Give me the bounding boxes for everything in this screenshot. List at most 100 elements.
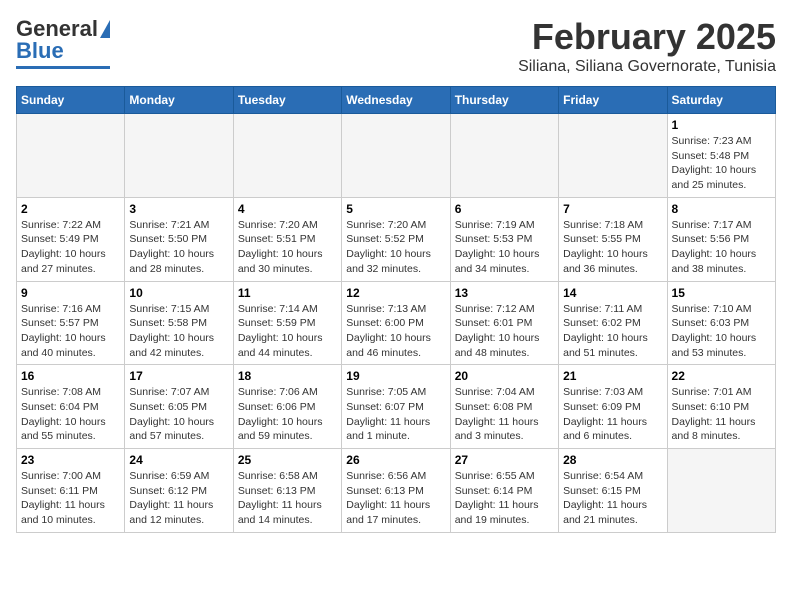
day-number: 24	[129, 453, 228, 467]
logo-blue-text: Blue	[16, 38, 64, 64]
day-number: 6	[455, 202, 554, 216]
calendar-cell	[559, 114, 667, 198]
day-info: Sunrise: 7:14 AMSunset: 5:59 PMDaylight:…	[238, 302, 337, 361]
day-info: Sunrise: 7:15 AMSunset: 5:58 PMDaylight:…	[129, 302, 228, 361]
day-number: 21	[563, 369, 662, 383]
calendar-cell: 3Sunrise: 7:21 AMSunset: 5:50 PMDaylight…	[125, 197, 233, 281]
day-number: 19	[346, 369, 445, 383]
day-info: Sunrise: 7:17 AMSunset: 5:56 PMDaylight:…	[672, 218, 771, 277]
calendar-cell: 17 Sunrise: 7:07 AMSunset: 6:05 PMDayligh…	[125, 365, 233, 449]
calendar-cell: 19 Sunrise: 7:05 AMSunset: 6:07 PMDayligh…	[342, 365, 450, 449]
logo: General Blue	[16, 16, 110, 69]
calendar-cell: 22Sunrise: 7:01 AMSunset: 6:10 PMDayligh…	[667, 365, 775, 449]
calendar-cell	[667, 449, 775, 533]
day-number: 18	[238, 369, 337, 383]
calendar-cell: 14 Sunrise: 7:11 AMSunset: 6:02 PMDayligh…	[559, 281, 667, 365]
week-row-5: 23Sunrise: 7:00 AMSunset: 6:11 PMDayligh…	[17, 449, 776, 533]
logo-triangle-icon	[100, 20, 110, 38]
calendar-cell: 26 Sunrise: 6:56 AMSunset: 6:13 PMDayligh…	[342, 449, 450, 533]
calendar-cell: 15Sunrise: 7:10 AMSunset: 6:03 PMDayligh…	[667, 281, 775, 365]
day-info: Sunrise: 7:03 AMSunset: 6:09 PMDaylight:…	[563, 385, 662, 444]
day-info: Sunrise: 6:54 AMSunset: 6:15 PMDaylight:…	[563, 469, 662, 528]
calendar-cell: 24 Sunrise: 6:59 AMSunset: 6:12 PMDayligh…	[125, 449, 233, 533]
day-header-wednesday: Wednesday	[342, 87, 450, 114]
day-number: 16	[21, 369, 120, 383]
location-title: Siliana, Siliana Governorate, Tunisia	[518, 58, 776, 76]
day-header-sunday: Sunday	[17, 87, 125, 114]
month-title: February 2025	[518, 16, 776, 58]
calendar-cell: 21 Sunrise: 7:03 AMSunset: 6:09 PMDayligh…	[559, 365, 667, 449]
day-number: 15	[672, 286, 771, 300]
day-header-thursday: Thursday	[450, 87, 558, 114]
day-info: Sunrise: 6:55 AMSunset: 6:14 PMDaylight:…	[455, 469, 554, 528]
week-row-2: 2 Sunrise: 7:22 AMSunset: 5:49 PMDaylight…	[17, 197, 776, 281]
day-number: 22	[672, 369, 771, 383]
week-row-1: 1Sunrise: 7:23 AMSunset: 5:48 PMDaylight…	[17, 114, 776, 198]
day-number: 12	[346, 286, 445, 300]
calendar-cell: 16Sunrise: 7:08 AMSunset: 6:04 PMDayligh…	[17, 365, 125, 449]
day-header-monday: Monday	[125, 87, 233, 114]
day-number: 4	[238, 202, 337, 216]
day-info: Sunrise: 7:04 AMSunset: 6:08 PMDaylight:…	[455, 385, 554, 444]
day-number: 14	[563, 286, 662, 300]
day-info: Sunrise: 7:16 AMSunset: 5:57 PMDaylight:…	[21, 302, 120, 361]
day-header-tuesday: Tuesday	[233, 87, 341, 114]
calendar-cell	[450, 114, 558, 198]
day-info: Sunrise: 6:59 AMSunset: 6:12 PMDaylight:…	[129, 469, 228, 528]
calendar-cell: 8 Sunrise: 7:17 AMSunset: 5:56 PMDaylight…	[667, 197, 775, 281]
day-info: Sunrise: 7:12 AMSunset: 6:01 PMDaylight:…	[455, 302, 554, 361]
week-row-4: 16Sunrise: 7:08 AMSunset: 6:04 PMDayligh…	[17, 365, 776, 449]
day-info: Sunrise: 7:22 AMSunset: 5:49 PMDaylight:…	[21, 218, 120, 277]
day-info: Sunrise: 7:19 AMSunset: 5:53 PMDaylight:…	[455, 218, 554, 277]
calendar-cell: 23Sunrise: 7:00 AMSunset: 6:11 PMDayligh…	[17, 449, 125, 533]
calendar-cell	[17, 114, 125, 198]
day-number: 9	[21, 286, 120, 300]
calendar-cell: 1Sunrise: 7:23 AMSunset: 5:48 PMDaylight…	[667, 114, 775, 198]
logo-line	[16, 66, 110, 69]
calendar-cell: 28 Sunrise: 6:54 AMSunset: 6:15 PMDayligh…	[559, 449, 667, 533]
day-header-saturday: Saturday	[667, 87, 775, 114]
day-number: 26	[346, 453, 445, 467]
day-number: 25	[238, 453, 337, 467]
day-info: Sunrise: 7:13 AMSunset: 6:00 PMDaylight:…	[346, 302, 445, 361]
day-number: 11	[238, 286, 337, 300]
day-number: 17	[129, 369, 228, 383]
calendar-cell: 12 Sunrise: 7:13 AMSunset: 6:00 PMDayligh…	[342, 281, 450, 365]
day-number: 3	[129, 202, 228, 216]
calendar-cell: 25 Sunrise: 6:58 AMSunset: 6:13 PMDayligh…	[233, 449, 341, 533]
day-number: 2	[21, 202, 120, 216]
calendar-cell: 4Sunrise: 7:20 AMSunset: 5:51 PMDaylight…	[233, 197, 341, 281]
day-number: 28	[563, 453, 662, 467]
day-header-friday: Friday	[559, 87, 667, 114]
calendar-header-row: SundayMondayTuesdayWednesdayThursdayFrid…	[17, 87, 776, 114]
calendar-cell: 11 Sunrise: 7:14 AMSunset: 5:59 PMDayligh…	[233, 281, 341, 365]
day-number: 13	[455, 286, 554, 300]
day-info: Sunrise: 7:05 AMSunset: 6:07 PMDaylight:…	[346, 385, 445, 444]
day-number: 10	[129, 286, 228, 300]
calendar-cell: 7 Sunrise: 7:18 AMSunset: 5:55 PMDaylight…	[559, 197, 667, 281]
day-info: Sunrise: 7:07 AMSunset: 6:05 PMDaylight:…	[129, 385, 228, 444]
day-info: Sunrise: 7:18 AMSunset: 5:55 PMDaylight:…	[563, 218, 662, 277]
day-number: 8	[672, 202, 771, 216]
day-info: Sunrise: 6:56 AMSunset: 6:13 PMDaylight:…	[346, 469, 445, 528]
page-header: General Blue February 2025 Siliana, Sili…	[16, 16, 776, 76]
calendar-cell: 13 Sunrise: 7:12 AMSunset: 6:01 PMDayligh…	[450, 281, 558, 365]
day-number: 20	[455, 369, 554, 383]
day-info: Sunrise: 7:11 AMSunset: 6:02 PMDaylight:…	[563, 302, 662, 361]
day-number: 1	[672, 118, 771, 132]
day-number: 27	[455, 453, 554, 467]
day-info: Sunrise: 6:58 AMSunset: 6:13 PMDaylight:…	[238, 469, 337, 528]
calendar-cell: 5 Sunrise: 7:20 AMSunset: 5:52 PMDaylight…	[342, 197, 450, 281]
calendar-cell	[125, 114, 233, 198]
day-number: 5	[346, 202, 445, 216]
calendar-cell: 9 Sunrise: 7:16 AMSunset: 5:57 PMDaylight…	[17, 281, 125, 365]
calendar-cell: 2 Sunrise: 7:22 AMSunset: 5:49 PMDaylight…	[17, 197, 125, 281]
day-info: Sunrise: 7:20 AMSunset: 5:52 PMDaylight:…	[346, 218, 445, 277]
calendar-cell	[342, 114, 450, 198]
title-block: February 2025 Siliana, Siliana Governora…	[518, 16, 776, 76]
day-number: 7	[563, 202, 662, 216]
calendar-table: SundayMondayTuesdayWednesdayThursdayFrid…	[16, 86, 776, 533]
calendar-cell: 18Sunrise: 7:06 AMSunset: 6:06 PMDayligh…	[233, 365, 341, 449]
day-number: 23	[21, 453, 120, 467]
calendar-cell: 27 Sunrise: 6:55 AMSunset: 6:14 PMDayligh…	[450, 449, 558, 533]
